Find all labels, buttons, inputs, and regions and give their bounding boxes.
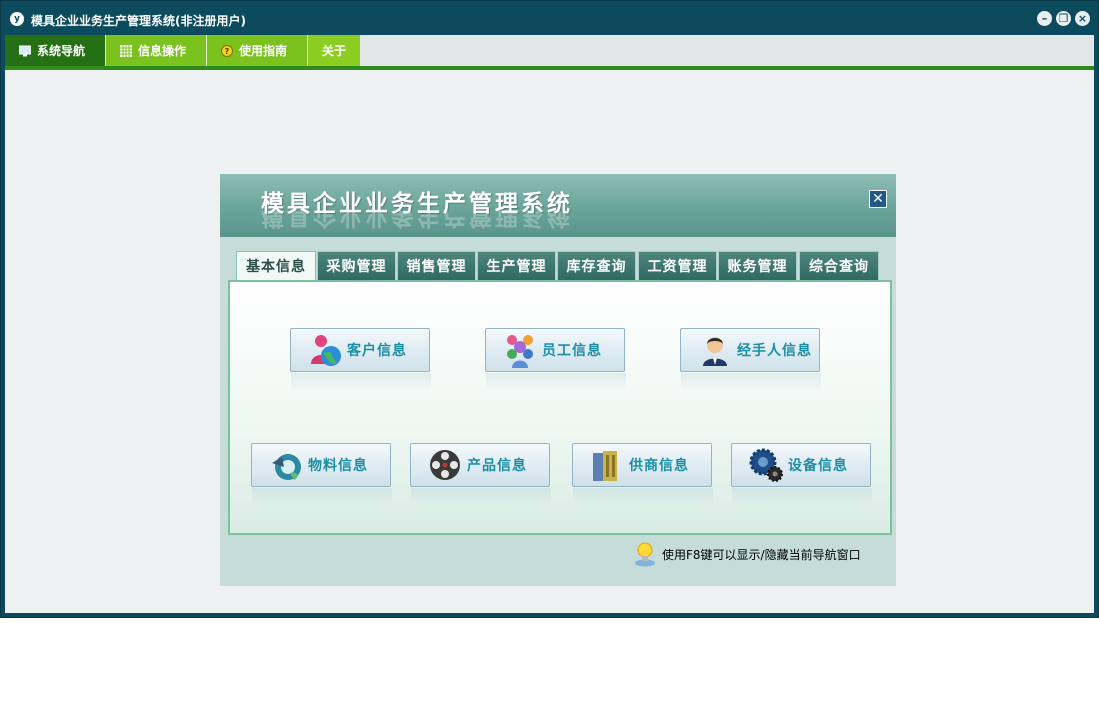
client-area: 系统导航 信息操作 ? 使用指南 关于 模具企业业务生产管理系统 模具企业业务生… [5, 35, 1094, 613]
hint-text: 使用F8键可以显示/隐藏当前导航窗口 [662, 547, 861, 562]
tab-comprehensive-query[interactable]: 综合查询 [799, 251, 879, 281]
menu-label: 使用指南 [239, 44, 288, 58]
button-reflection [252, 488, 392, 506]
restore-button[interactable]: ❐ [1056, 11, 1071, 26]
help-icon: ? [221, 44, 233, 57]
menu-label: 系统导航 [37, 44, 86, 58]
button-label: 产品信息 [467, 458, 527, 474]
button-label: 物料信息 [308, 458, 368, 474]
button-label: 经手人信息 [737, 343, 812, 359]
button-label: 设备信息 [788, 458, 848, 474]
menu-user-guide[interactable]: ? 使用指南 [207, 35, 307, 66]
hint-row: 使用F8键可以显示/隐藏当前导航窗口 [634, 541, 861, 567]
employee-icon [507, 335, 533, 368]
customer-info-button[interactable]: 客户信息 [290, 328, 431, 391]
button-reflection [411, 488, 551, 506]
equipment-icon [749, 448, 783, 482]
tab-content: 客户信息 员工信息 经手人信息 物料信息 产品信息 供商信息 设备信息 [228, 280, 892, 535]
menu-info-operations[interactable]: 信息操作 [106, 35, 206, 66]
tab-inventory[interactable]: 库存查询 [557, 251, 636, 281]
button-reflection [486, 373, 626, 391]
tab-accounts[interactable]: 账务管理 [718, 251, 797, 281]
handler-icon [703, 337, 727, 366]
lightbulb-icon [635, 542, 655, 567]
menu-label: 信息操作 [138, 44, 187, 58]
main-window: y 模具企业业务生产管理系统(非注册用户) – ❐ × 系统导航 信息操作 ? … [0, 0, 1099, 618]
product-icon [430, 450, 460, 480]
employee-info-button[interactable]: 员工信息 [485, 328, 626, 391]
tab-sales[interactable]: 销售管理 [397, 251, 476, 281]
supplier-icon [593, 451, 617, 481]
product-info-button[interactable]: 产品信息 [410, 443, 551, 506]
menu-about[interactable]: 关于 [308, 35, 360, 66]
tab-basic-info[interactable]: 基本信息 [236, 251, 316, 283]
tab-production[interactable]: 生产管理 [477, 251, 556, 281]
menu-label: 关于 [322, 44, 347, 58]
panel-header: 模具企业业务生产管理系统 模具企业业务生产管理系统 ✕ [220, 174, 896, 237]
window-title: 模具企业业务生产管理系统(非注册用户) [31, 14, 246, 28]
customer-icon [311, 335, 341, 366]
grid-icon [120, 44, 132, 57]
button-reflection [732, 488, 872, 506]
title-bar[interactable]: y 模具企业业务生产管理系统(非注册用户) – ❐ × [1, 1, 1098, 35]
panel-title-reflection: 模具企业业务生产管理系统 [261, 210, 573, 229]
material-info-button[interactable]: 物料信息 [251, 443, 392, 506]
minimize-button[interactable]: – [1037, 11, 1052, 26]
tab-salary[interactable]: 工资管理 [638, 251, 717, 281]
close-button[interactable]: × [1075, 11, 1090, 26]
menu-system-navigation[interactable]: 系统导航 [5, 35, 105, 66]
app-icon: y [10, 12, 24, 26]
svg-text:?: ? [225, 47, 230, 56]
button-label: 员工信息 [542, 343, 602, 359]
button-label: 客户信息 [347, 343, 407, 359]
menu-bar: 系统导航 信息操作 ? 使用指南 关于 [5, 35, 1094, 70]
button-label: 供商信息 [629, 458, 689, 474]
equipment-info-button[interactable]: 设备信息 [731, 443, 872, 506]
button-reflection [573, 488, 713, 506]
navigation-panel: 模具企业业务生产管理系统 模具企业业务生产管理系统 ✕ 基本信息 采购管理 销售… [220, 174, 896, 586]
tab-purchasing[interactable]: 采购管理 [317, 251, 396, 281]
material-icon [272, 454, 301, 480]
button-reflection [681, 373, 821, 391]
button-reflection [291, 373, 431, 391]
monitor-icon [19, 45, 31, 56]
panel-close-icon[interactable]: ✕ [869, 190, 887, 208]
supplier-info-button[interactable]: 供商信息 [572, 443, 713, 506]
handler-info-button[interactable]: 经手人信息 [680, 328, 821, 391]
